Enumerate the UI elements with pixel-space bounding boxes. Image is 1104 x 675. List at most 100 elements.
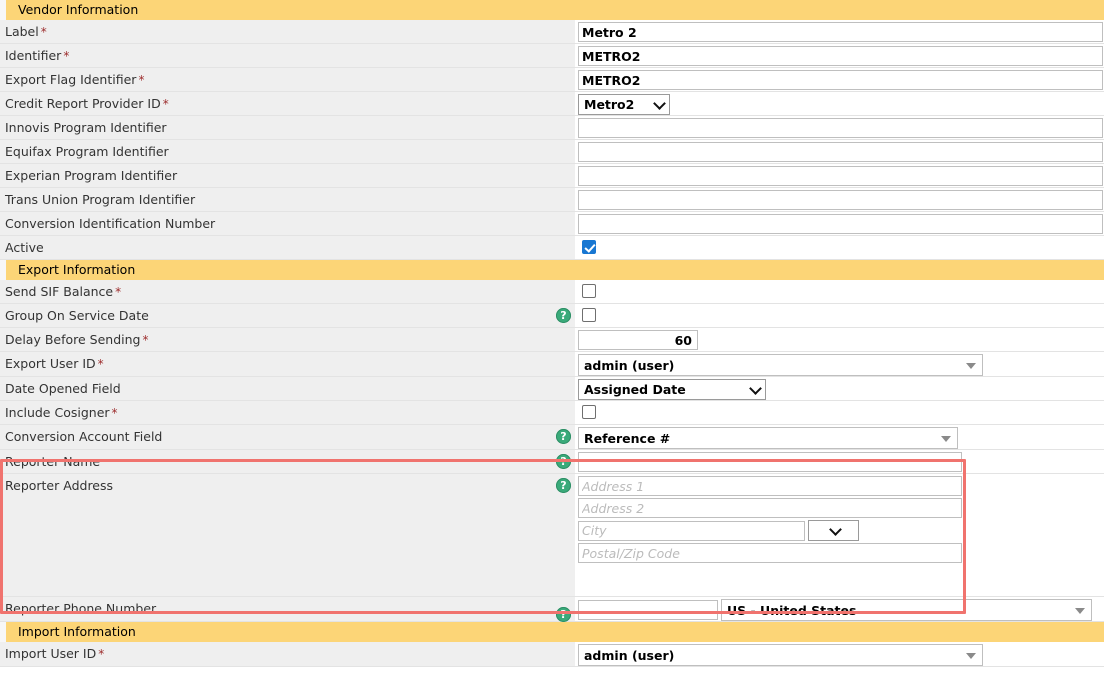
required-marker-icon: * [63, 49, 70, 63]
address-line-1 [575, 474, 1104, 496]
label-text: Reporter Name [5, 454, 101, 469]
field-label-active: Active [0, 236, 575, 259]
field-control-include-cosigner [575, 401, 1104, 424]
field-row-reporter-name: Reporter Name ? [0, 450, 1104, 474]
field-control-send-sif-balance [575, 280, 1104, 303]
address-line-2 [575, 496, 1104, 518]
field-label-trans-union-program-identifier: Trans Union Program Identifier [0, 188, 575, 211]
field-row-innovis-program-identifier: Innovis Program Identifier [0, 116, 1104, 140]
conversion-account-field-dropdown[interactable]: Reference # [578, 427, 958, 449]
field-label-reporter-name: Reporter Name ? [0, 450, 575, 473]
field-control-innovis-program-identifier [575, 116, 1104, 139]
field-row-experian-program-identifier: Experian Program Identifier [0, 164, 1104, 188]
label-text: Group On Service Date [5, 308, 149, 323]
export-flag-identifier-input[interactable] [578, 70, 1103, 90]
address-1-input[interactable] [578, 476, 962, 496]
field-label-conversion-identification-number: Conversion Identification Number [0, 212, 575, 235]
trans-union-program-identifier-input[interactable] [578, 190, 1103, 210]
state-select[interactable] [808, 520, 859, 541]
address-line-city-state [575, 518, 1104, 541]
field-row-send-sif-balance: Send SIF Balance * [0, 280, 1104, 304]
help-icon[interactable]: ? [556, 454, 571, 469]
export-user-id-dropdown[interactable]: admin (user) [578, 354, 983, 376]
label-text: Identifier [5, 48, 62, 63]
city-input[interactable] [578, 520, 805, 541]
field-control-conversion-identification-number [575, 212, 1104, 235]
field-row-reporter-phone-number: Reporter Phone Number ? US - United Stat… [0, 597, 1104, 622]
delay-before-sending-input[interactable] [578, 330, 698, 350]
identifier-input[interactable] [578, 46, 1103, 66]
credit-report-provider-id-value: Metro2 [584, 97, 635, 112]
field-row-active: Active [0, 236, 1104, 260]
chevron-down-icon [829, 522, 842, 536]
field-label-innovis-program-identifier: Innovis Program Identifier [0, 116, 575, 139]
label-input[interactable] [578, 22, 1103, 42]
field-label-equifax-program-identifier: Equifax Program Identifier [0, 140, 575, 163]
conversion-identification-number-input[interactable] [578, 214, 1103, 234]
field-label-reporter-phone-number: Reporter Phone Number ? [0, 597, 575, 622]
field-row-export-flag-identifier: Export Flag Identifier * [0, 68, 1104, 92]
field-row-include-cosigner: Include Cosigner * [0, 401, 1104, 425]
import-user-id-dropdown[interactable]: admin (user) [578, 644, 983, 666]
field-label-import-user-id: Import User ID * [0, 642, 575, 666]
required-marker-icon: * [40, 25, 47, 39]
field-label-identifier: Identifier * [0, 44, 575, 67]
help-icon[interactable]: ? [556, 429, 571, 444]
required-marker-icon: * [98, 647, 105, 661]
field-label-reporter-address: Reporter Address ? [0, 474, 575, 596]
innovis-program-identifier-input[interactable] [578, 118, 1103, 138]
triangle-down-icon [1075, 608, 1085, 614]
date-opened-field-select[interactable]: Assigned Date [578, 379, 766, 400]
export-user-id-value: admin (user) [584, 357, 675, 373]
field-control-active [575, 236, 1104, 259]
phone-country-dropdown[interactable]: US - United States [721, 599, 1092, 621]
field-label-conversion-account-field: Conversion Account Field ? [0, 425, 575, 449]
field-label-include-cosigner: Include Cosigner * [0, 401, 575, 424]
field-row-delay-before-sending: Delay Before Sending * [0, 328, 1104, 352]
credit-report-provider-id-select[interactable]: Metro2 [578, 94, 670, 115]
field-row-date-opened-field: Date Opened Field Assigned Date [0, 377, 1104, 401]
field-row-conversion-identification-number: Conversion Identification Number [0, 212, 1104, 236]
field-row-credit-report-provider-id: Credit Report Provider ID * Metro2 [0, 92, 1104, 116]
field-control-date-opened-field: Assigned Date [575, 377, 1104, 400]
vendor-configuration-form: Vendor Information Label* Identifier* Ex… [0, 0, 1104, 667]
help-icon[interactable]: ? [556, 607, 571, 622]
field-control-experian-program-identifier [575, 164, 1104, 187]
field-row-import-user-id: Import User ID * admin (user) [0, 642, 1104, 667]
chevron-down-icon [749, 381, 762, 395]
experian-program-identifier-input[interactable] [578, 166, 1103, 186]
chevron-down-icon [653, 96, 666, 110]
field-row-conversion-account-field: Conversion Account Field ? Reference # [0, 425, 1104, 450]
include-cosigner-checkbox[interactable] [582, 405, 596, 419]
field-label-delay-before-sending: Delay Before Sending * [0, 328, 575, 351]
field-label-send-sif-balance: Send SIF Balance * [0, 280, 575, 303]
equifax-program-identifier-input[interactable] [578, 142, 1103, 162]
active-checkbox[interactable] [582, 240, 596, 254]
import-user-id-value: admin (user) [584, 647, 675, 663]
postal-code-input[interactable] [578, 543, 962, 563]
field-control-export-user-id: admin (user) [575, 352, 1104, 376]
help-icon[interactable]: ? [556, 478, 571, 493]
field-label-group-on-service-date: Group On Service Date ? [0, 304, 575, 327]
field-row-equifax-program-identifier: Equifax Program Identifier [0, 140, 1104, 164]
address-2-input[interactable] [578, 498, 962, 518]
required-marker-icon: * [97, 357, 104, 371]
label-text: Conversion Account Field [5, 429, 163, 444]
group-on-service-date-checkbox[interactable] [582, 308, 596, 322]
field-control-export-flag-identifier [575, 68, 1104, 91]
required-marker-icon: * [142, 333, 149, 347]
required-marker-icon: * [115, 285, 122, 299]
section-header-vendor-information: Vendor Information [0, 0, 1104, 20]
section-header-export-information: Export Information [0, 260, 1104, 280]
field-row-identifier: Identifier * [0, 44, 1104, 68]
phone-line: US - United States [575, 597, 1104, 621]
field-row-trans-union-program-identifier: Trans Union Program Identifier [0, 188, 1104, 212]
reporter-phone-number-input[interactable] [578, 600, 718, 620]
field-control-credit-report-provider-id: Metro2 [575, 92, 1104, 115]
reporter-name-input[interactable] [578, 452, 962, 472]
triangle-down-icon [941, 436, 951, 442]
address-line-postal [575, 541, 1104, 563]
send-sif-balance-checkbox[interactable] [582, 284, 596, 298]
help-icon[interactable]: ? [556, 308, 571, 323]
label-text: Label [5, 24, 39, 39]
